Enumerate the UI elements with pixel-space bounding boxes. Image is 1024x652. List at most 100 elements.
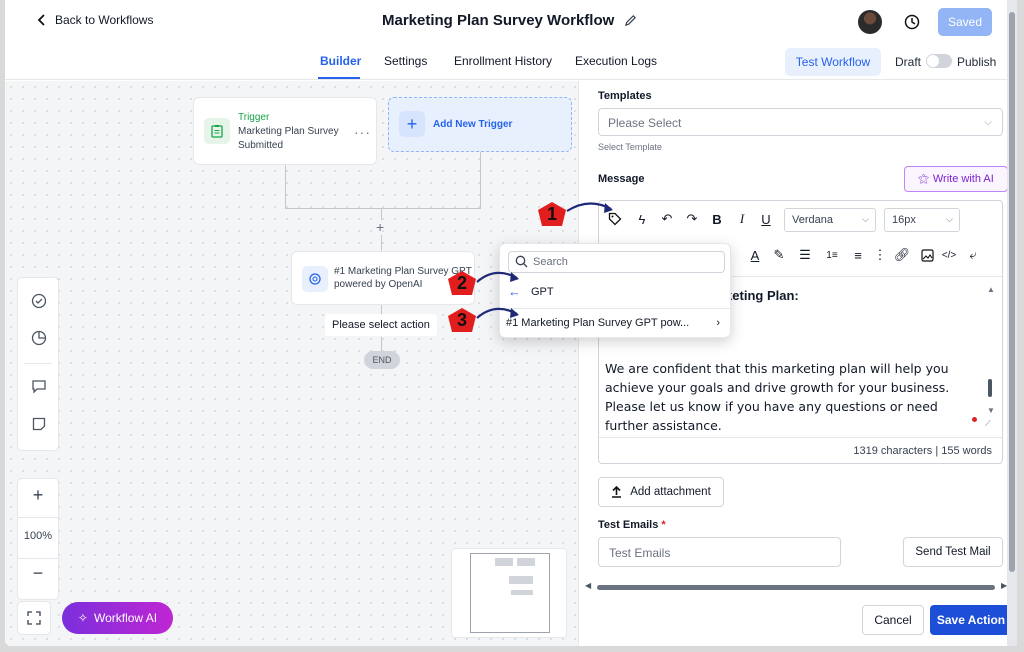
chevron-down-icon: ⌵ — [862, 214, 869, 224]
more-options-icon[interactable]: ··· — [354, 124, 371, 140]
test-workflow-button[interactable]: Test Workflow — [785, 48, 881, 76]
publish-toggle[interactable] — [926, 54, 952, 68]
cancel-button[interactable]: Cancel — [862, 605, 924, 635]
arrow-left-icon: ← — [508, 284, 521, 299]
pencil-icon[interactable] — [624, 14, 637, 27]
tab-enrollment-history[interactable]: Enrollment History — [454, 54, 552, 68]
publish-label: Publish — [957, 55, 997, 69]
align-icon[interactable]: ≡ — [849, 246, 867, 264]
wrap-text-icon[interactable]: ⤶ — [964, 246, 982, 264]
connector-line — [285, 208, 481, 209]
editor-heading: rketing Plan: — [720, 288, 799, 303]
image-icon[interactable] — [918, 246, 936, 264]
workflow-canvas[interactable]: Trigger Marketing Plan Survey Submitted … — [5, 81, 578, 646]
numbered-list-icon[interactable]: 1≡ — [823, 246, 841, 264]
underline-icon[interactable]: U — [757, 210, 775, 228]
select-action-tooltip: Please select action — [325, 314, 437, 336]
saved-button[interactable]: Saved — [938, 8, 992, 36]
trigger-node[interactable]: Trigger Marketing Plan Survey Submitted … — [193, 97, 377, 165]
back-label: Back to Workflows — [55, 13, 154, 27]
chevron-down-icon: ⌵ — [946, 214, 953, 224]
fit-view-button[interactable] — [17, 601, 51, 635]
minimap[interactable] — [451, 548, 567, 638]
zoom-out-button[interactable]: − — [18, 563, 58, 584]
dropdown-item-gpt-output[interactable]: #1 Marketing Plan Survey GPT pow... › — [506, 317, 724, 329]
editor-body-text[interactable]: We are confident that this marketing pla… — [605, 359, 980, 435]
link-icon[interactable]: 🔗︎ — [893, 246, 911, 264]
scroll-left-icon[interactable]: ◀ — [585, 581, 591, 590]
marker-number: 3 — [456, 310, 467, 330]
resize-handle-icon[interactable]: ⟋ — [985, 419, 997, 431]
annotation-arrow-3 — [476, 307, 519, 319]
scroll-down-icon[interactable]: ▼ — [987, 406, 995, 415]
horizontal-scroll-thumb[interactable] — [597, 585, 995, 590]
annotation-marker-3: 3 — [448, 308, 476, 332]
editor-scrollbar[interactable] — [988, 379, 992, 397]
tab-settings[interactable]: Settings — [384, 54, 427, 68]
horizontal-scrollbar[interactable]: ◀ ▶ — [585, 581, 1009, 591]
templates-select[interactable]: Please Select ⌵ — [598, 108, 1003, 136]
minimap-node — [511, 590, 533, 595]
lightning-icon[interactable]: ϟ — [633, 210, 651, 228]
more-vertical-icon[interactable]: ⋮ — [871, 246, 889, 264]
window-scrollbar[interactable] — [1007, 0, 1017, 646]
italic-icon[interactable]: I — [733, 210, 751, 228]
font-family-value: Verdana — [792, 214, 833, 226]
draft-label: Draft — [895, 55, 922, 69]
text-color-icon[interactable]: A — [746, 246, 764, 264]
openai-icon — [302, 266, 328, 292]
dropdown-item-label: #1 Marketing Plan Survey GPT pow... — [506, 317, 690, 329]
window-scroll-thumb[interactable] — [1009, 12, 1015, 572]
back-to-workflows-link[interactable]: Back to Workflows — [35, 13, 153, 27]
write-with-ai-button[interactable]: ⚝ Write with AI — [904, 166, 1008, 192]
font-size-value: 16px — [892, 214, 916, 226]
tab-execution-logs[interactable]: Execution Logs — [575, 54, 657, 68]
sticky-note-icon[interactable] — [31, 416, 47, 432]
scroll-up-icon[interactable]: ▲ — [987, 285, 995, 294]
connector-line — [285, 165, 286, 209]
workflow-title: Marketing Plan Survey Workflow — [382, 12, 637, 29]
code-icon[interactable]: </> — [940, 246, 958, 264]
add-attachment-button[interactable]: Add attachment — [598, 477, 724, 507]
chevron-left-icon — [37, 14, 45, 26]
chevron-right-icon: › — [716, 317, 720, 329]
workflow-title-text: Marketing Plan Survey Workflow — [382, 12, 615, 29]
dropdown-search-input[interactable]: Search — [508, 251, 725, 273]
add-attachment-label: Add attachment — [630, 486, 711, 498]
end-node: END — [364, 351, 400, 369]
redo-icon[interactable]: ↷ — [683, 210, 701, 228]
zoom-in-button[interactable]: + — [18, 485, 58, 506]
test-emails-input[interactable]: Test Emails — [598, 537, 841, 567]
undo-icon[interactable]: ↶ — [658, 210, 676, 228]
comment-icon[interactable] — [31, 378, 47, 394]
test-emails-label: Test Emails * — [598, 519, 666, 531]
pie-chart-icon[interactable] — [31, 330, 47, 346]
add-step-icon[interactable]: + — [376, 219, 384, 235]
minimap-node — [517, 558, 535, 566]
avatar[interactable] — [858, 10, 882, 34]
expand-icon — [27, 611, 41, 625]
app-window: Back to Workflows Marketing Plan Survey … — [5, 0, 1017, 646]
plus-icon: + — [399, 111, 425, 137]
dropdown-back-item[interactable]: ← GPT — [508, 284, 554, 299]
history-icon[interactable] — [903, 13, 921, 31]
bold-icon[interactable]: B — [708, 210, 726, 228]
dropdown-back-label: GPT — [531, 285, 554, 298]
workflow-ai-button[interactable]: ✧ Workflow AI — [62, 602, 173, 634]
font-size-select[interactable]: 16px ⌵ — [884, 208, 960, 232]
send-test-mail-button[interactable]: Send Test Mail — [903, 537, 1003, 567]
templates-placeholder: Please Select — [608, 116, 682, 130]
templates-hint: Select Template — [598, 142, 662, 152]
save-action-button[interactable]: Save Action — [930, 605, 1012, 635]
font-family-select[interactable]: Verdana ⌵ — [784, 208, 876, 232]
add-new-trigger-button[interactable]: + Add New Trigger — [388, 97, 572, 152]
dropdown-divider — [500, 308, 730, 309]
check-circle-icon[interactable] — [31, 293, 47, 309]
templates-label: Templates — [598, 90, 652, 102]
status-dot — [972, 417, 977, 422]
active-tab-indicator — [318, 77, 360, 79]
highlighter-icon[interactable]: ✎ — [770, 246, 788, 264]
tab-builder[interactable]: Builder — [320, 54, 361, 68]
bullet-list-icon[interactable]: ☰ — [796, 246, 814, 264]
clipboard-icon — [204, 118, 230, 144]
